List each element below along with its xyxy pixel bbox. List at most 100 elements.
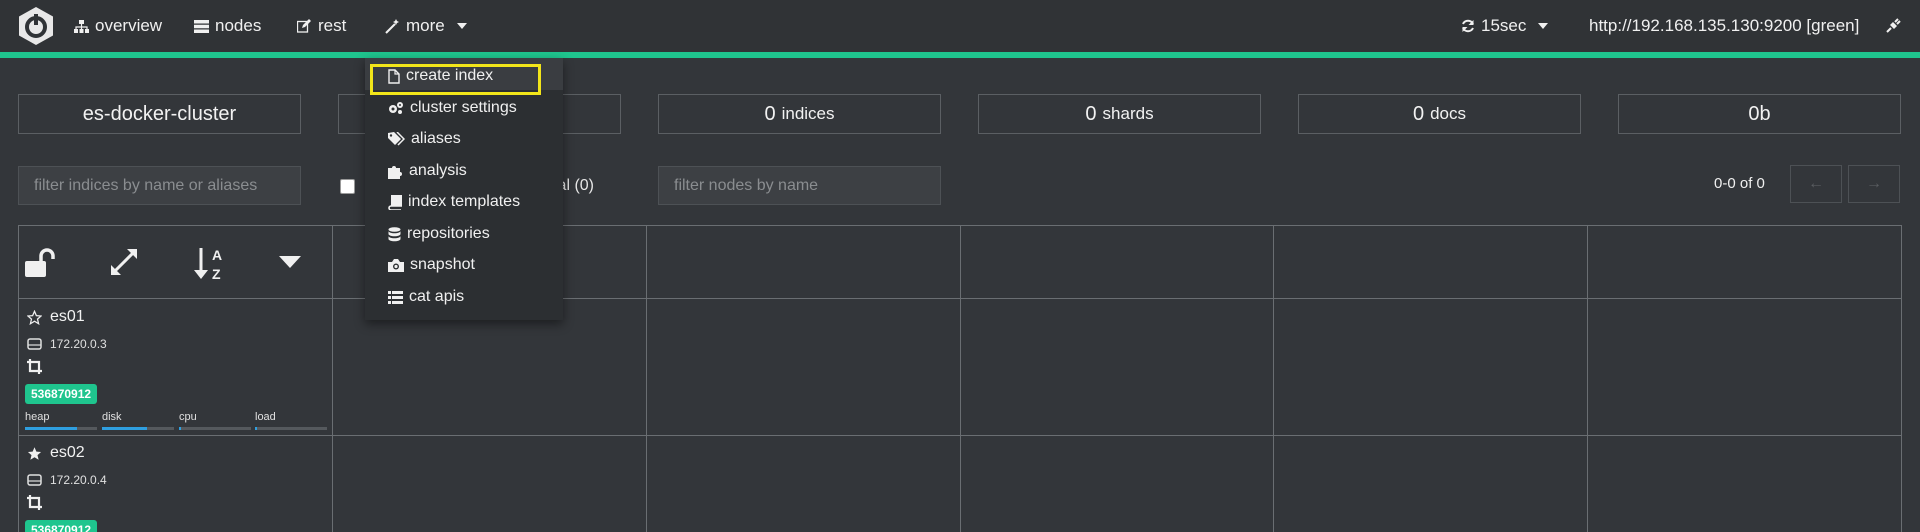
load-bar <box>255 427 327 430</box>
filter-nodes-placeholder: filter nodes by name <box>674 176 819 194</box>
sitemap-icon <box>74 19 89 33</box>
load-bar-fill <box>255 427 258 430</box>
nav-more-label: more <box>406 16 445 35</box>
server-icon <box>194 19 209 33</box>
unlock-icon[interactable] <box>25 248 57 278</box>
expand-icon[interactable] <box>108 246 140 278</box>
cpu-bar <box>179 427 251 430</box>
sort-alpha-icon[interactable]: A Z <box>193 246 229 282</box>
camera-icon <box>388 258 404 272</box>
svg-text:Z: Z <box>212 266 221 282</box>
heap-badge: 536870912 <box>25 384 98 404</box>
node-row-es02[interactable]: es02 <box>27 444 85 462</box>
database-icon <box>388 226 401 241</box>
nav-overview-label: overview <box>95 16 163 35</box>
list-icon <box>388 290 403 304</box>
heap-bar <box>25 427 97 430</box>
nav-nodes[interactable]: nodes <box>194 16 261 36</box>
menu-cluster-settings[interactable]: cluster settings <box>388 99 517 117</box>
cluster-name-box: es-docker-cluster <box>18 94 301 134</box>
plug-icon <box>1886 18 1901 33</box>
star-outline-icon <box>27 309 42 325</box>
menu-item-label: cluster settings <box>410 99 517 116</box>
total-size: 0b <box>1748 102 1771 125</box>
size-box: 0b <box>1618 94 1901 134</box>
metric-heap-label: heap <box>25 411 50 423</box>
cpu-bar-fill <box>179 427 182 430</box>
star-filled-icon <box>27 446 42 460</box>
prev-page-button[interactable]: ← <box>1790 165 1842 203</box>
magic-wand-icon <box>385 18 399 34</box>
heap-badge: 536870912 <box>25 520 98 532</box>
more-dropdown-menu: create index cluster settings aliases an… <box>365 58 563 320</box>
grid-divider <box>960 225 961 532</box>
grid-row-divider <box>18 298 1902 299</box>
partial-checkbox[interactable] <box>340 179 355 194</box>
tags-icon <box>388 132 405 146</box>
heap-bar-fill <box>25 427 77 430</box>
disk-bar-fill <box>102 427 147 430</box>
node-ip: 172.20.0.3 <box>27 337 107 351</box>
grid-divider <box>646 225 647 532</box>
caret-down-icon[interactable] <box>279 256 301 269</box>
indices-label: indices <box>781 104 835 123</box>
menu-aliases[interactable]: aliases <box>388 130 461 148</box>
filter-indices-placeholder: filter indices by name or aliases <box>34 176 258 194</box>
nav-rest[interactable]: rest <box>297 16 346 36</box>
metric-load-label: load <box>255 411 276 423</box>
grid-divider <box>1273 225 1274 532</box>
node-name-label: es02 <box>50 444 85 461</box>
menu-item-label: snapshot <box>410 256 475 273</box>
crop-icon <box>27 495 42 510</box>
grid-divider <box>1901 225 1902 532</box>
cluster-name: es-docker-cluster <box>82 102 237 125</box>
docs-count: 0 <box>1412 102 1425 125</box>
filter-indices-input[interactable]: filter indices by name or aliases <box>18 166 301 205</box>
accent-divider <box>0 52 1920 58</box>
disconnect-button[interactable] <box>1886 17 1902 33</box>
node-ip-label: 172.20.0.3 <box>50 337 107 351</box>
hdd-icon <box>27 474 42 486</box>
nav-nodes-label: nodes <box>215 16 262 35</box>
shards-count-box: 0 shards <box>978 94 1261 134</box>
disk-bar <box>102 427 174 430</box>
filter-nodes-input[interactable]: filter nodes by name <box>658 166 941 205</box>
menu-item-label: cat apis <box>409 288 465 305</box>
next-page-button[interactable]: → <box>1848 165 1900 203</box>
node-name-label: es01 <box>50 308 85 325</box>
menu-index-templates[interactable]: index templates <box>388 193 520 211</box>
grid-divider <box>1587 225 1588 532</box>
menu-item-label: aliases <box>411 130 461 147</box>
menu-cat-apis[interactable]: cat apis <box>388 288 464 306</box>
top-navbar: overview nodes rest more 15sec http://19… <box>0 0 1920 52</box>
indices-count: 0 <box>764 102 776 125</box>
grid-row-divider <box>18 435 1902 436</box>
metric-disk-label: disk <box>102 411 122 423</box>
gears-icon <box>389 102 403 114</box>
menu-item-label: analysis <box>409 162 467 179</box>
cluster-url[interactable]: http://192.168.135.130:9200 [green] <box>1589 16 1859 36</box>
nav-overview[interactable]: overview <box>74 16 162 36</box>
menu-repositories[interactable]: repositories <box>388 225 490 243</box>
chevron-down-icon <box>1538 23 1549 29</box>
edit-icon <box>297 19 311 33</box>
refresh-interval-select[interactable]: 15sec <box>1461 16 1549 36</box>
shards-label: shards <box>1102 104 1154 123</box>
svg-text:A: A <box>212 247 222 263</box>
crop-icon <box>27 359 42 374</box>
docs-label: docs <box>1430 104 1467 123</box>
node-row-es01[interactable]: es01 <box>27 308 85 326</box>
arrow-right-icon: → <box>1866 175 1882 192</box>
book-icon <box>388 194 402 210</box>
menu-item-label: index templates <box>408 193 521 210</box>
indices-count-box: 0 indices <box>658 94 941 134</box>
nav-more[interactable]: more <box>385 16 467 36</box>
menu-analysis[interactable]: analysis <box>388 162 467 180</box>
nav-rest-label: rest <box>318 16 347 35</box>
cerebro-logo-icon[interactable] <box>16 6 56 46</box>
pagination-info: 0-0 of 0 <box>1714 175 1765 192</box>
arrow-left-icon: ← <box>1808 175 1824 192</box>
refresh-icon <box>1462 19 1474 33</box>
cluster-url-label: http://192.168.135.130:9200 [green] <box>1589 16 1860 35</box>
menu-snapshot[interactable]: snapshot <box>388 256 475 274</box>
